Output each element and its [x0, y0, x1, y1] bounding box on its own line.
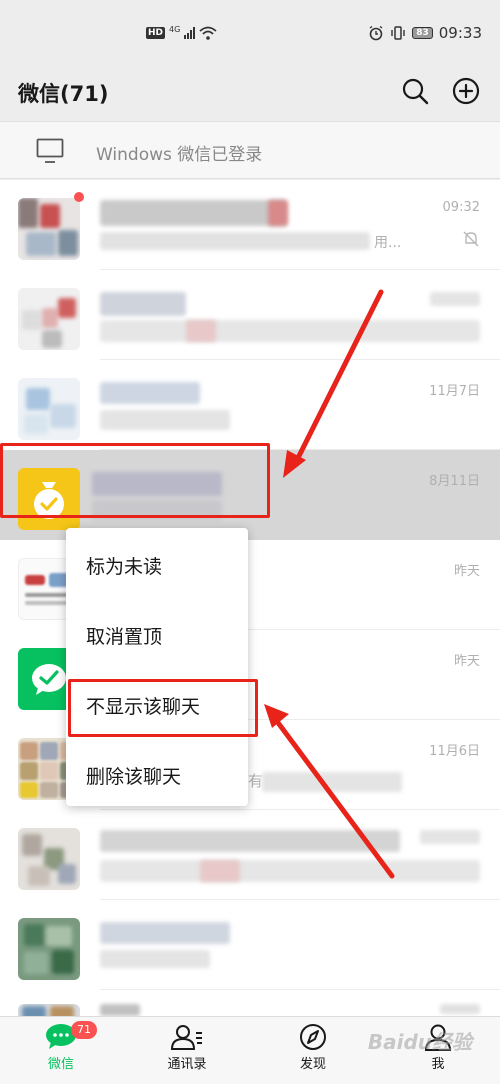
compass-icon	[300, 1024, 326, 1050]
annotation-arrow-top	[283, 289, 384, 478]
annotation-arrow-bottom	[264, 704, 395, 879]
annotation-arrows	[264, 289, 395, 879]
tab-contacts[interactable]: 通讯录	[137, 1023, 237, 1072]
tab-label: 通讯录	[167, 1057, 207, 1072]
tab-discover[interactable]: 发现	[263, 1023, 363, 1072]
watermark: Baidu经验	[367, 1030, 472, 1054]
tab-chats[interactable]: 微信 71	[11, 1021, 111, 1072]
contacts-icon	[170, 1025, 202, 1050]
tab-label: 发现	[299, 1057, 326, 1072]
tab-label: 我	[431, 1057, 445, 1072]
unread-count-badge: 71	[71, 1021, 97, 1039]
tab-label: 微信	[47, 1057, 74, 1072]
